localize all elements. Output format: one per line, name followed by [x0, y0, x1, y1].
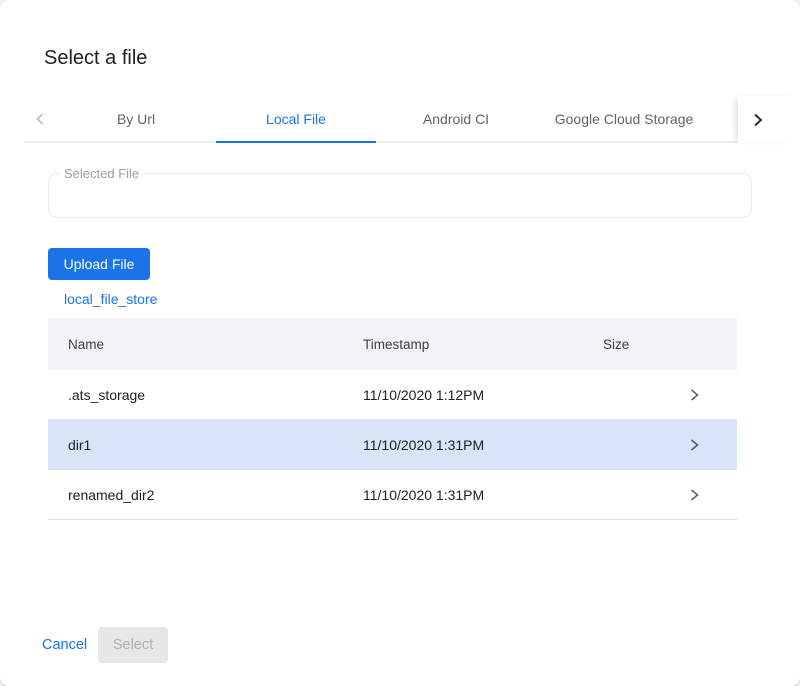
- breadcrumb-local-file-store[interactable]: local_file_store: [64, 291, 157, 307]
- tab-by-url[interactable]: By Url: [56, 96, 216, 141]
- cancel-button[interactable]: Cancel: [30, 627, 99, 663]
- chevron-right-icon: [752, 111, 764, 129]
- dialog-title: Select a file: [44, 46, 147, 70]
- chevron-right-icon: [689, 438, 700, 452]
- chevron-right-icon: [689, 488, 700, 502]
- tab-bar: By Url Local File Android CI Google Clou…: [0, 96, 800, 143]
- column-header-size: Size: [603, 337, 689, 352]
- table-header-row: Name Timestamp Size: [48, 318, 737, 370]
- cell-timestamp: 11/10/2020 1:12PM: [363, 387, 603, 403]
- selected-file-input[interactable]: [49, 174, 751, 217]
- table-row-renamed-dir2[interactable]: renamed_dir2 11/10/2020 1:31PM: [48, 470, 737, 520]
- selected-file-field: Selected File: [48, 173, 752, 218]
- upload-file-button[interactable]: Upload File: [48, 248, 150, 280]
- tab-list: By Url Local File Android CI Google Clou…: [56, 96, 712, 141]
- selected-file-field-label: Selected File: [60, 166, 143, 181]
- select-button[interactable]: Select: [98, 627, 168, 663]
- tab-google-cloud-storage[interactable]: Google Cloud Storage: [536, 96, 712, 141]
- column-header-timestamp: Timestamp: [363, 337, 603, 352]
- chevron-right-icon: [689, 388, 700, 402]
- table-row-dir1[interactable]: dir1 11/10/2020 1:31PM: [48, 420, 737, 470]
- cell-timestamp: 11/10/2020 1:31PM: [363, 487, 603, 503]
- tab-bar-divider: [24, 141, 740, 143]
- tab-local-file[interactable]: Local File: [216, 96, 376, 141]
- tab-scroll-left-button[interactable]: [24, 96, 56, 141]
- open-directory-button[interactable]: [689, 388, 737, 402]
- open-directory-button[interactable]: [689, 488, 737, 502]
- file-table: Name Timestamp Size .ats_storage 11/10/2…: [48, 318, 737, 520]
- chevron-left-icon: [34, 111, 46, 127]
- tab-scroll-right-button[interactable]: [738, 96, 800, 143]
- cell-name: renamed_dir2: [68, 487, 363, 503]
- column-header-name: Name: [68, 337, 363, 352]
- cell-name: .ats_storage: [68, 387, 363, 403]
- tab-android-ci[interactable]: Android CI: [376, 96, 536, 141]
- table-row-ats-storage[interactable]: .ats_storage 11/10/2020 1:12PM: [48, 370, 737, 420]
- cell-timestamp: 11/10/2020 1:31PM: [363, 437, 603, 453]
- cell-name: dir1: [68, 437, 363, 453]
- open-directory-button[interactable]: [689, 438, 737, 452]
- select-file-dialog: Select a file By Url Local File Android …: [0, 0, 800, 686]
